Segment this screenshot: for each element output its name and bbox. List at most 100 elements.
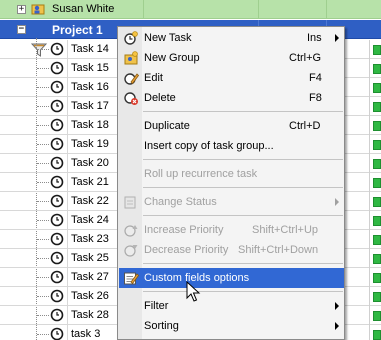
task-name: Task 28 [71,309,109,321]
menu-shortcut: Shift+Ctrl+Up [252,224,319,236]
menu-label: Roll up recurrence task [144,168,258,180]
menu-label: Change Status [144,196,217,208]
submenu-arrow-icon [335,322,339,330]
user-row[interactable]: + Susan White [0,0,381,19]
task-name: Task 14 [71,43,109,55]
task-name: Task 26 [71,290,109,302]
new-group-icon [124,51,138,65]
menu-shortcut: Ins [307,32,322,44]
user-group-icon [31,4,45,15]
task-name: Task 24 [71,214,109,226]
submenu-arrow-icon [335,302,339,310]
menu-label: Sorting [144,320,179,332]
clock-icon [50,251,64,265]
menu-item-increase-priority: Increase Priority Shift+Ctrl+Up [119,220,344,240]
clock-icon [50,99,64,113]
status-indicator [373,178,381,188]
status-indicator [373,197,381,207]
increase-priority-icon [124,225,138,237]
menu-item-delete[interactable]: Delete F8 [119,88,344,108]
custom-fields-icon [124,272,139,285]
clock-icon [50,232,64,246]
task-name: Task 22 [71,195,109,207]
status-indicator [373,216,381,226]
task-name: Task 18 [71,119,109,131]
status-indicator [373,254,381,264]
status-indicator [373,292,381,302]
menu-item-roll-up: Roll up recurrence task [119,164,344,184]
status-indicator [373,102,381,112]
submenu-arrow-icon [335,34,339,42]
user-name: Susan White [52,3,115,15]
clock-icon [50,194,64,208]
status-indicator [373,330,381,340]
delete-icon [124,92,138,105]
menu-label: Edit [144,72,163,84]
status-indicator [373,235,381,245]
collapse-icon[interactable]: − [17,25,26,34]
decrease-priority-icon [124,245,138,257]
menu-item-insert-copy[interactable]: Insert copy of task group... [119,136,344,156]
menu-label: Decrease Priority [144,244,229,256]
mouse-pointer-icon [186,281,201,302]
status-indicator [373,273,381,283]
menu-label: Filter [144,300,169,312]
new-task-icon [124,31,138,45]
menu-label: Insert copy of task group... [144,140,274,152]
task-name: Task 15 [71,62,109,74]
status-indicator [373,140,381,150]
context-menu: New Task Ins New Group Ctrl+G Edit F4 De… [117,26,345,340]
submenu-arrow-icon [335,198,339,206]
task-name: Task 16 [71,81,109,93]
status-indicator [373,45,381,55]
edit-icon [124,73,139,85]
menu-item-edit[interactable]: Edit F4 [119,68,344,88]
menu-item-new-task[interactable]: New Task Ins [119,28,344,48]
status-indicator [373,83,381,93]
task-name: Task 23 [71,233,109,245]
clock-icon [50,308,64,322]
clock-icon [50,327,64,340]
menu-shortcut: Shift+Ctrl+Down [238,244,319,256]
menu-item-new-group[interactable]: New Group Ctrl+G [119,48,344,68]
menu-shortcut: Ctrl+D [289,120,321,132]
task-name: Task 27 [71,271,109,283]
clock-icon [50,213,64,227]
clock-icon [50,156,64,170]
clock-icon [50,270,64,284]
clock-icon [50,42,64,56]
menu-item-decrease-priority: Decrease Priority Shift+Ctrl+Down [119,240,344,260]
task-name: Task 25 [71,252,109,264]
task-name: Task 20 [71,157,109,169]
menu-item-sorting[interactable]: Sorting [119,316,344,336]
menu-item-filter[interactable]: Filter [119,296,344,316]
menu-shortcut: F4 [309,72,322,84]
task-name: Task 19 [71,138,109,150]
expand-icon[interactable]: + [17,5,26,14]
menu-shortcut: Ctrl+G [289,52,322,64]
project-name: Project 1 [52,23,103,37]
menu-item-change-status: Change Status [119,192,344,212]
status-indicator [373,311,381,321]
status-indicator [373,159,381,169]
menu-label: Duplicate [144,120,190,132]
clock-icon [50,175,64,189]
task-name: Task 17 [71,100,109,112]
menu-label: New Group [144,52,200,64]
change-status-icon [124,196,136,209]
clock-icon [50,137,64,151]
clock-icon [50,118,64,132]
status-indicator [373,121,381,131]
menu-item-duplicate[interactable]: Duplicate Ctrl+D [119,116,344,136]
menu-shortcut: F8 [309,92,322,104]
clock-icon [50,289,64,303]
menu-item-custom-fields[interactable]: Custom fields options [119,268,344,288]
menu-label: Increase Priority [144,224,224,236]
task-name: task 3 [71,328,101,340]
menu-label: New Task [144,32,192,44]
status-indicator [373,64,381,74]
clock-icon [50,61,64,75]
clock-icon [50,80,64,94]
task-name: Task 21 [71,176,109,188]
menu-label: Delete [144,92,176,104]
